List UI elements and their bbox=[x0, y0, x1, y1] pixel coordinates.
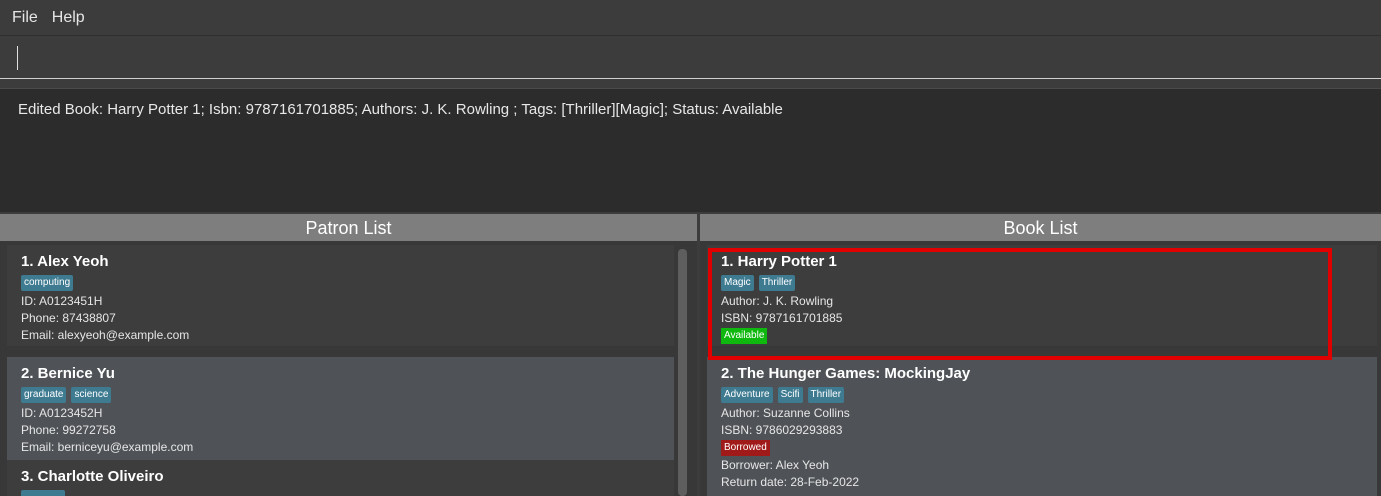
patron-email: Email: berniceyu@example.com bbox=[21, 440, 194, 454]
tag-label: Thriller bbox=[758, 275, 796, 291]
tag-label: Adventure bbox=[721, 387, 773, 403]
book-borrower: Borrower: Alex Yeoh bbox=[721, 458, 830, 472]
patron-card[interactable]: 3. Charlotte Oliveiro bbox=[7, 460, 674, 496]
menu-bar: File Help bbox=[0, 0, 1381, 36]
patron-name: 3. Charlotte Oliveiro bbox=[21, 468, 164, 485]
book-list[interactable]: 1. Harry Potter 1 Magic Thriller Author:… bbox=[700, 241, 1381, 496]
app-window: File Help Edited Book: Harry Potter 1; I… bbox=[0, 0, 1381, 496]
patron-id: ID: A0123452H bbox=[21, 406, 103, 420]
result-display: Edited Book: Harry Potter 1; Isbn: 97871… bbox=[0, 88, 1381, 212]
patron-email: Email: alexyeoh@example.com bbox=[21, 328, 190, 342]
book-list-panel: Book List 1. Harry Potter 1 Magic Thrill… bbox=[700, 214, 1381, 496]
patron-phone: Phone: 99272758 bbox=[21, 423, 116, 437]
text-caret bbox=[17, 46, 18, 70]
tag-label: Magic bbox=[721, 275, 754, 291]
command-box bbox=[0, 36, 1381, 79]
tag-label: computing bbox=[21, 275, 74, 291]
patron-list[interactable]: 1. Alex Yeoh computing ID: A0123451H Pho… bbox=[0, 241, 697, 496]
book-isbn: ISBN: 9787161701885 bbox=[721, 311, 843, 325]
book-card[interactable]: 2. The Hunger Games: MockingJay Adventur… bbox=[707, 357, 1377, 496]
patron-name: 2. Bernice Yu bbox=[21, 365, 115, 382]
patron-list-panel: Patron List 1. Alex Yeoh computing ID: A… bbox=[0, 214, 697, 496]
tag-label: graduate bbox=[21, 387, 67, 403]
patron-list-scrollbar[interactable] bbox=[678, 249, 687, 496]
tag-label: Thriller bbox=[807, 387, 845, 403]
patron-list-title: Patron List bbox=[0, 214, 697, 241]
book-tags: Magic Thriller bbox=[721, 275, 796, 291]
patron-tags: computing bbox=[21, 275, 74, 291]
menu-file[interactable]: File bbox=[0, 0, 44, 35]
status-badge: Available bbox=[721, 328, 768, 344]
patron-id: ID: A0123451H bbox=[21, 294, 103, 308]
tag-label: Scifi bbox=[777, 387, 803, 403]
book-list-title: Book List bbox=[700, 214, 1381, 241]
result-message: Edited Book: Harry Potter 1; Isbn: 97871… bbox=[18, 101, 783, 118]
book-author: Author: Suzanne Collins bbox=[721, 406, 850, 420]
status-badge: Borrowed bbox=[721, 440, 770, 456]
patron-phone: Phone: 87438807 bbox=[21, 311, 116, 325]
patron-tags bbox=[21, 490, 65, 496]
patron-card[interactable]: 1. Alex Yeoh computing ID: A0123451H Pho… bbox=[7, 245, 674, 346]
book-return-date: Return date: 28-Feb-2022 bbox=[721, 475, 860, 489]
command-input[interactable] bbox=[8, 40, 1372, 74]
patron-name: 1. Alex Yeoh bbox=[21, 253, 109, 270]
tag-label: science bbox=[71, 387, 112, 403]
book-tags: Adventure Scifi Thriller bbox=[721, 387, 845, 403]
book-title: 1. Harry Potter 1 bbox=[721, 253, 837, 270]
patron-card[interactable]: 2. Bernice Yu graduate science ID: A0123… bbox=[7, 357, 674, 460]
book-title: 2. The Hunger Games: MockingJay bbox=[721, 365, 971, 382]
tag-label bbox=[21, 490, 65, 496]
book-card[interactable]: 1. Harry Potter 1 Magic Thriller Author:… bbox=[707, 245, 1377, 346]
menu-help[interactable]: Help bbox=[44, 0, 91, 35]
patron-tags: graduate science bbox=[21, 387, 112, 403]
book-isbn: ISBN: 9786029293883 bbox=[721, 423, 843, 437]
book-author: Author: J. K. Rowling bbox=[721, 294, 834, 308]
